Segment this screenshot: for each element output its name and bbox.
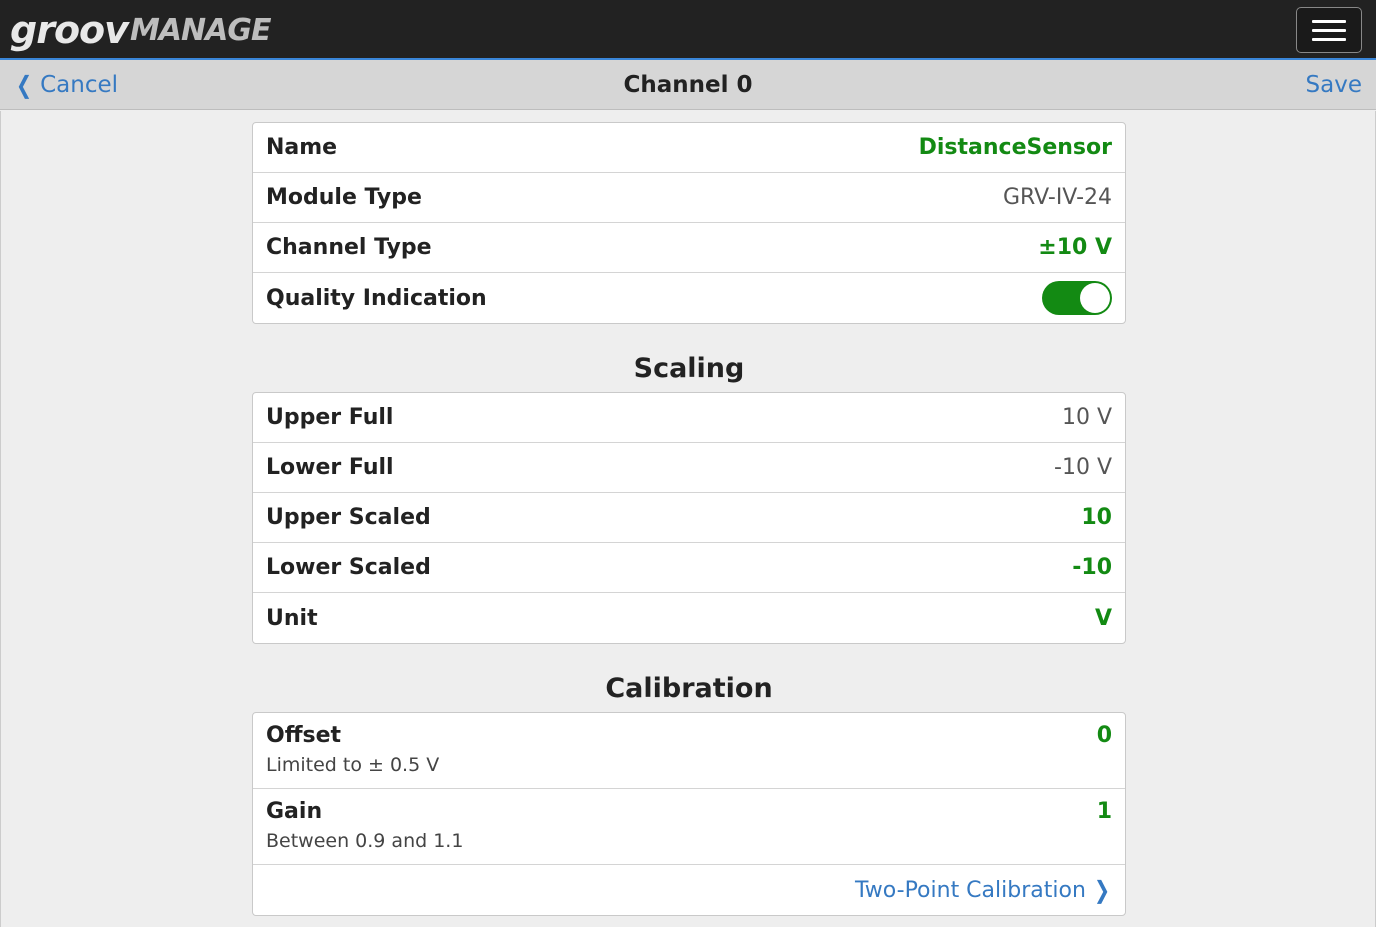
upper-full-row: Upper Full 10 V: [253, 393, 1125, 443]
chevron-right-icon: ❯: [1093, 876, 1110, 904]
lower-full-label: Lower Full: [266, 455, 394, 480]
quality-indication-toggle[interactable]: [1042, 281, 1112, 315]
two-point-calibration-label: Two-Point Calibration: [854, 877, 1086, 903]
groov-manage-logo: groov MANAGE: [10, 8, 272, 52]
gain-value: 1: [1096, 799, 1112, 824]
menu-icon-bar: [1312, 37, 1346, 41]
module-type-value: GRV-IV-24: [1002, 185, 1112, 210]
lower-scaled-row[interactable]: Lower Scaled -10: [253, 543, 1125, 593]
quality-indication-label: Quality Indication: [266, 285, 487, 311]
calibration-section-title: Calibration: [605, 673, 773, 704]
upper-full-label: Upper Full: [266, 405, 394, 430]
main-content: Name DistanceSensor Module Type GRV-IV-2…: [0, 111, 1376, 927]
top-bar: groov MANAGE: [0, 0, 1376, 60]
offset-label-group: Offset Limited to ± 0.5 V: [266, 723, 439, 776]
nav-bar: ❮ Cancel Channel 0 Save: [0, 60, 1376, 110]
upper-scaled-row[interactable]: Upper Scaled 10: [253, 493, 1125, 543]
module-type-row: Module Type GRV-IV-24: [253, 173, 1125, 223]
unit-value: V: [1094, 605, 1112, 631]
gain-row[interactable]: Gain Between 0.9 and 1.1 1: [253, 789, 1125, 865]
module-type-label: Module Type: [266, 185, 422, 210]
calibration-panel: Offset Limited to ± 0.5 V 0 Gain Between…: [252, 712, 1126, 916]
cancel-button[interactable]: ❮ Cancel: [14, 60, 118, 110]
offset-row[interactable]: Offset Limited to ± 0.5 V 0: [253, 713, 1125, 789]
logo-manage-text: MANAGE: [129, 12, 272, 48]
name-label: Name: [266, 135, 338, 160]
offset-value: 0: [1096, 723, 1112, 748]
save-button[interactable]: Save: [1306, 60, 1362, 110]
channel-type-label: Channel Type: [266, 235, 432, 260]
menu-icon-bar: [1312, 19, 1346, 23]
quality-indication-row: Quality Indication: [253, 273, 1125, 323]
two-point-calibration-row[interactable]: Two-Point Calibration ❯: [253, 865, 1125, 915]
upper-scaled-value: 10: [1081, 505, 1112, 530]
general-settings-panel: Name DistanceSensor Module Type GRV-IV-2…: [252, 122, 1126, 324]
gain-hint: Between 0.9 and 1.1: [266, 830, 464, 852]
scaling-panel: Upper Full 10 V Lower Full -10 V Upper S…: [252, 392, 1126, 644]
scaling-section-title: Scaling: [633, 353, 745, 384]
toggle-knob: [1080, 283, 1110, 313]
logo-groov-text: groov: [10, 8, 129, 52]
unit-row[interactable]: Unit V: [253, 593, 1125, 643]
hamburger-menu-button[interactable]: [1296, 7, 1362, 53]
channel-type-value: ±10 V: [1038, 235, 1112, 260]
name-row[interactable]: Name DistanceSensor: [253, 123, 1125, 173]
gain-label-group: Gain Between 0.9 and 1.1: [266, 799, 463, 852]
lower-scaled-label: Lower Scaled: [266, 555, 431, 580]
unit-label: Unit: [266, 605, 318, 631]
chevron-left-icon: ❮: [16, 71, 33, 99]
two-point-calibration-link[interactable]: Two-Point Calibration ❯: [855, 876, 1112, 904]
lower-full-value: -10 V: [1054, 455, 1112, 480]
lower-full-row: Lower Full -10 V: [253, 443, 1125, 493]
upper-full-value: 10 V: [1061, 405, 1112, 430]
gain-label: Gain: [266, 799, 323, 824]
page-title: Channel 0: [623, 72, 753, 98]
channel-type-row[interactable]: Channel Type ±10 V: [253, 223, 1125, 273]
lower-scaled-value: -10: [1072, 555, 1112, 580]
menu-icon-bar: [1312, 28, 1346, 32]
offset-hint: Limited to ± 0.5 V: [266, 754, 440, 776]
offset-label: Offset: [266, 723, 342, 748]
upper-scaled-label: Upper Scaled: [266, 505, 431, 530]
cancel-label: Cancel: [40, 72, 119, 98]
name-value: DistanceSensor: [918, 135, 1112, 160]
